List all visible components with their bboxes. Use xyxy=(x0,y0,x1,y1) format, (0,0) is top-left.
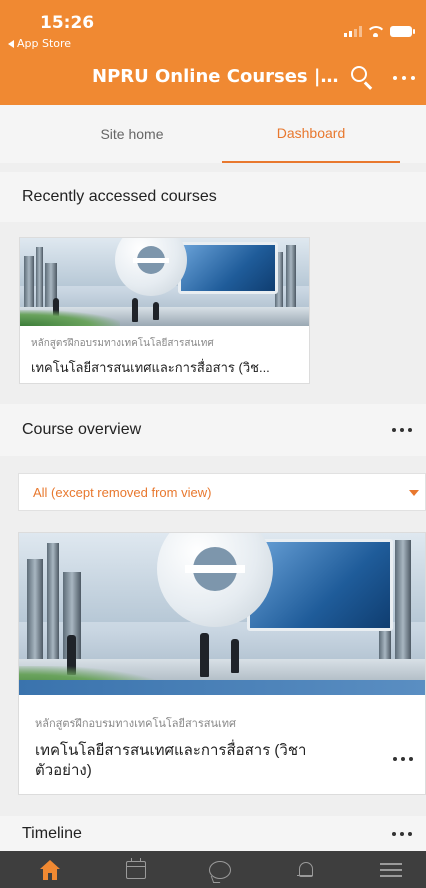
course-name[interactable]: เทคโนโลยีสารสนเทศและการสื่อสาร (วิชา ตัว… xyxy=(35,741,375,781)
timeline-title: Timeline xyxy=(22,824,82,842)
course-name-line-2: ตัวอย่าง) xyxy=(35,762,92,779)
timeline-heading: Timeline xyxy=(0,816,426,851)
course-image xyxy=(19,533,425,695)
battery-icon xyxy=(390,26,415,37)
course-filter-select[interactable]: All (except removed from view) xyxy=(18,473,426,511)
tab-bar: Site home Dashboard xyxy=(0,105,426,163)
recent-courses-heading: Recently accessed courses xyxy=(0,172,426,222)
notifications-icon xyxy=(297,861,313,879)
nav-home[interactable] xyxy=(20,851,80,888)
status-time: 15:26 xyxy=(40,13,95,33)
status-icons xyxy=(344,26,415,37)
caret-down-icon xyxy=(409,490,419,496)
recent-courses-title: Recently accessed courses xyxy=(22,188,217,205)
course-card-more-icon[interactable] xyxy=(393,757,413,761)
course-overview-title: Course overview xyxy=(22,421,142,438)
course-overview-more-icon[interactable] xyxy=(392,428,412,432)
course-category: หลักสูตรฝึกอบรมทางเทคโนโลยีสารสนเทศ xyxy=(35,718,236,730)
course-name[interactable]: เทคโนโลยีสารสนเทศและการสื่อสาร (วิช... xyxy=(31,357,303,378)
nav-menu[interactable] xyxy=(361,851,421,888)
nav-calendar[interactable] xyxy=(106,851,166,888)
course-name-line-1: เทคโนโลยีสารสนเทศและการสื่อสาร (วิชา xyxy=(35,742,307,759)
nav-messages[interactable] xyxy=(190,851,250,888)
calendar-icon xyxy=(126,857,146,879)
nav-notifications[interactable] xyxy=(275,851,335,888)
course-image xyxy=(20,238,309,326)
page-title: NPRU Online Courses | NP... xyxy=(92,66,340,87)
back-label: App Store xyxy=(17,37,72,50)
course-category: หลักสูตรฝึกอบรมทางเทคโนโลยีสารสนเทศ xyxy=(31,338,214,349)
back-arrow-icon xyxy=(8,39,14,48)
tab-site-home[interactable]: Site home xyxy=(42,105,222,163)
tab-dashboard[interactable]: Dashboard xyxy=(222,105,400,163)
signal-icon xyxy=(344,26,362,37)
messages-icon xyxy=(209,860,231,879)
top-bar: 15:26 App Store NPRU Online Courses | NP… xyxy=(0,0,426,105)
back-to-app-store[interactable]: App Store xyxy=(8,37,71,50)
timeline-more-icon[interactable] xyxy=(392,831,412,836)
course-filter-value: All (except removed from view) xyxy=(33,484,212,500)
wifi-icon xyxy=(369,26,383,37)
search-icon[interactable] xyxy=(349,64,375,90)
more-options-icon[interactable] xyxy=(389,68,419,88)
menu-icon xyxy=(380,862,402,877)
course-overview-heading: Course overview xyxy=(0,404,426,456)
home-icon xyxy=(40,859,60,880)
recent-course-card[interactable]: หลักสูตรฝึกอบรมทางเทคโนโลยีสารสนเทศ เทคโ… xyxy=(19,237,310,384)
bottom-navigation xyxy=(0,851,426,888)
overview-course-card[interactable]: หลักสูตรฝึกอบรมทางเทคโนโลยีสารสนเทศ เทคโ… xyxy=(18,532,426,795)
